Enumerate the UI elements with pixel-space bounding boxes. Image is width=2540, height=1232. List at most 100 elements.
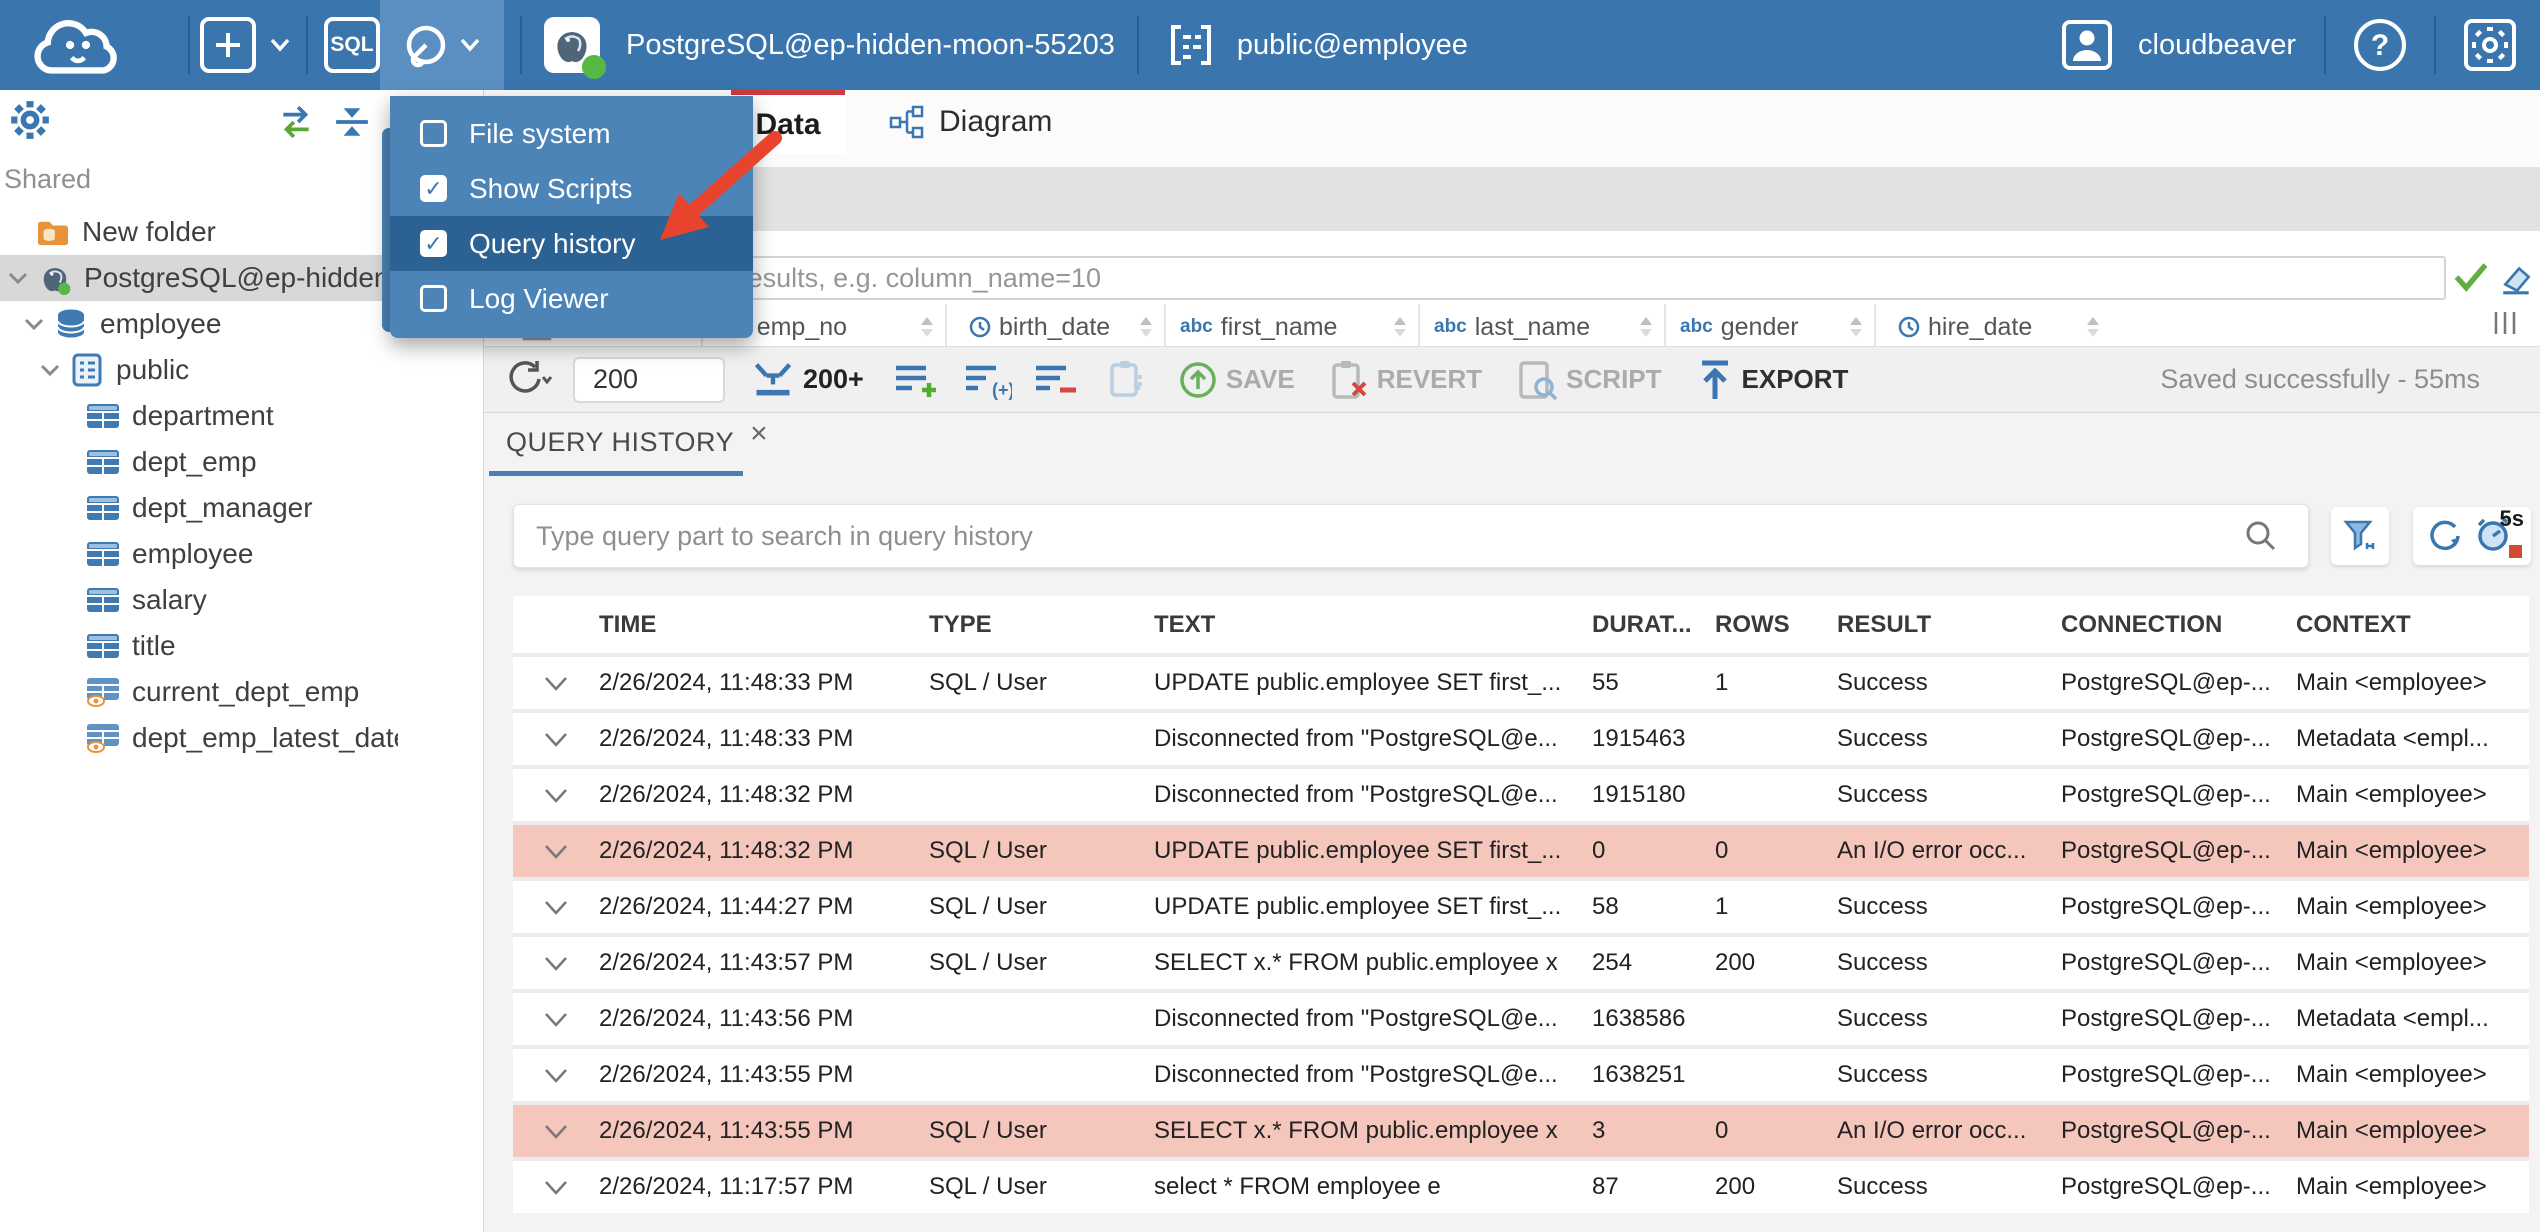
tree-item[interactable]: dept_manager [0,485,398,531]
query-history-row[interactable]: 2/26/2024, 11:43:55 PM Disconnected from… [513,1045,2529,1101]
tree-item[interactable]: employee [0,301,398,347]
grid-column-header[interactable]: abc first_name [1164,304,1418,346]
query-history-row[interactable]: 2/26/2024, 11:43:55 PM SQL / User SELECT… [513,1101,2529,1157]
tree-item[interactable]: dept_emp [0,439,398,485]
filter-expression-input[interactable] [492,256,2446,300]
query-history-search-input[interactable] [513,504,2309,568]
new-object-button[interactable] [200,17,292,73]
tab-diagram[interactable]: Diagram [869,90,1072,154]
add-row-button[interactable] [894,360,942,400]
col-result[interactable]: RESULT [1837,611,2061,639]
menu-item[interactable]: ✓ Query history [390,216,753,271]
checkbox-icon[interactable]: ✓ [420,230,447,257]
clear-filter-icon[interactable] [2499,261,2535,295]
checkbox-icon[interactable]: ✓ [420,175,447,202]
tree-item[interactable]: New folder [0,209,398,255]
tree-item[interactable]: department [0,393,398,439]
expand-chevron-icon[interactable] [513,732,599,747]
tree-item[interactable]: employee [0,531,398,577]
row-limit-input[interactable] [573,356,725,403]
grid-column-header[interactable]: abc last_name [1418,304,1664,346]
fetch-more-button[interactable] [751,359,795,401]
expand-chevron-icon[interactable] [513,676,599,691]
menu-item[interactable]: ✓ Show Scripts [390,161,753,216]
schema-selector[interactable]: public@employee [1169,23,1468,67]
tree-item[interactable]: current_dept_emp [0,669,398,715]
revert-button[interactable] [1329,359,1369,401]
sort-icon[interactable] [1638,315,1654,339]
user-menu[interactable]: cloudbeaver [2060,18,2296,72]
tree-item[interactable]: dept_emp_latest_date [0,715,398,761]
col-context[interactable]: CONTEXT [2296,611,2529,639]
tab-query-history[interactable]: QUERY HISTORY × [489,413,768,471]
save-button[interactable] [1178,360,1218,400]
query-history-row[interactable]: 2/26/2024, 11:43:56 PM Disconnected from… [513,989,2529,1045]
fetch-more-label[interactable]: 200+ [803,364,864,395]
expand-chevron-icon[interactable] [513,788,599,803]
expand-chevron-icon[interactable] [513,900,599,915]
sort-icon[interactable] [1848,315,1864,339]
chevron-down-icon[interactable] [6,271,30,285]
menu-item[interactable]: File system [390,106,753,161]
duplicate-disabled-button[interactable] [1106,359,1148,401]
query-history-row[interactable]: 2/26/2024, 11:48:33 PM SQL / User UPDATE… [513,653,2529,709]
col-time[interactable]: TIME [599,611,929,639]
script-button[interactable] [1516,359,1558,401]
refresh-button[interactable] [501,357,553,403]
export-label[interactable]: EXPORT [1742,364,1849,395]
column-settings-icon[interactable] [2492,310,2518,336]
sort-icon[interactable] [919,315,935,339]
close-icon[interactable]: × [750,417,768,451]
sync-connection-icon[interactable] [276,104,316,140]
query-history-row[interactable]: 2/26/2024, 11:48:33 PM Disconnected from… [513,709,2529,765]
save-label[interactable]: SAVE [1226,364,1295,395]
query-history-row[interactable]: 2/26/2024, 11:17:57 PM SQL / User select… [513,1157,2529,1213]
menu-item[interactable]: Log Viewer [390,271,753,326]
sort-icon[interactable] [1138,315,1154,339]
export-button[interactable] [1696,359,1734,401]
grid-column-header[interactable]: birth_date [945,304,1164,346]
sql-editor-button[interactable]: SQL [324,17,380,73]
settings-button[interactable] [2462,17,2518,73]
grid-column-header[interactable]: abc gender [1664,304,1874,346]
expand-chevron-icon[interactable] [513,1124,599,1139]
auto-refresh-timer-icon[interactable]: 5s [2476,506,2524,558]
sort-icon[interactable] [1392,315,1408,339]
checkbox-icon[interactable] [420,285,447,312]
query-history-row[interactable]: 2/26/2024, 11:43:57 PM SQL / User SELECT… [513,933,2529,989]
script-label[interactable]: SCRIPT [1566,364,1661,395]
expand-chevron-icon[interactable] [513,1180,599,1195]
checkbox-icon[interactable] [420,120,447,147]
tree-item[interactable]: public [0,347,398,393]
revert-label[interactable]: REVERT [1377,364,1482,395]
col-text[interactable]: TEXT [1154,611,1592,639]
expand-chevron-icon[interactable] [513,956,599,971]
help-button[interactable]: ? [2352,17,2408,73]
col-duration[interactable]: DURAT... [1592,611,1715,639]
chevron-down-icon[interactable] [38,363,62,377]
expand-chevron-icon[interactable] [513,1068,599,1083]
query-history-filter-button[interactable] [2331,507,2389,565]
chevron-down-icon[interactable] [22,317,46,331]
expand-chevron-icon[interactable] [513,1012,599,1027]
sidebar-settings-icon[interactable] [8,98,52,142]
query-history-row[interactable]: 2/26/2024, 11:44:27 PM SQL / User UPDATE… [513,877,2529,933]
cloudbeaver-logo[interactable] [26,10,142,80]
tools-menu-button[interactable] [380,0,504,90]
col-type[interactable]: TYPE [929,611,1154,639]
grid-column-header[interactable]: hire_date [1874,304,2111,346]
col-connection[interactable]: CONNECTION [2061,611,2296,639]
tree-item[interactable]: PostgreSQL@ep-hidden-moon-55203 [0,255,398,301]
connection-selector[interactable]: PostgreSQL@ep-hidden-moon-55203 [544,17,1115,79]
apply-filter-icon[interactable] [2453,261,2489,293]
collapse-all-icon[interactable] [332,104,372,140]
refresh-icon[interactable] [2424,516,2464,556]
expand-chevron-icon[interactable] [513,844,599,859]
query-history-row[interactable]: 2/26/2024, 11:48:32 PM SQL / User UPDATE… [513,821,2529,877]
tree-item[interactable]: title [0,623,398,669]
query-history-row[interactable]: 2/26/2024, 11:48:32 PM Disconnected from… [513,765,2529,821]
tree-item[interactable]: salary [0,577,398,623]
duplicate-row-button[interactable]: (+) [964,360,1012,400]
sort-icon[interactable] [2085,315,2101,339]
col-rows[interactable]: ROWS [1715,611,1837,639]
